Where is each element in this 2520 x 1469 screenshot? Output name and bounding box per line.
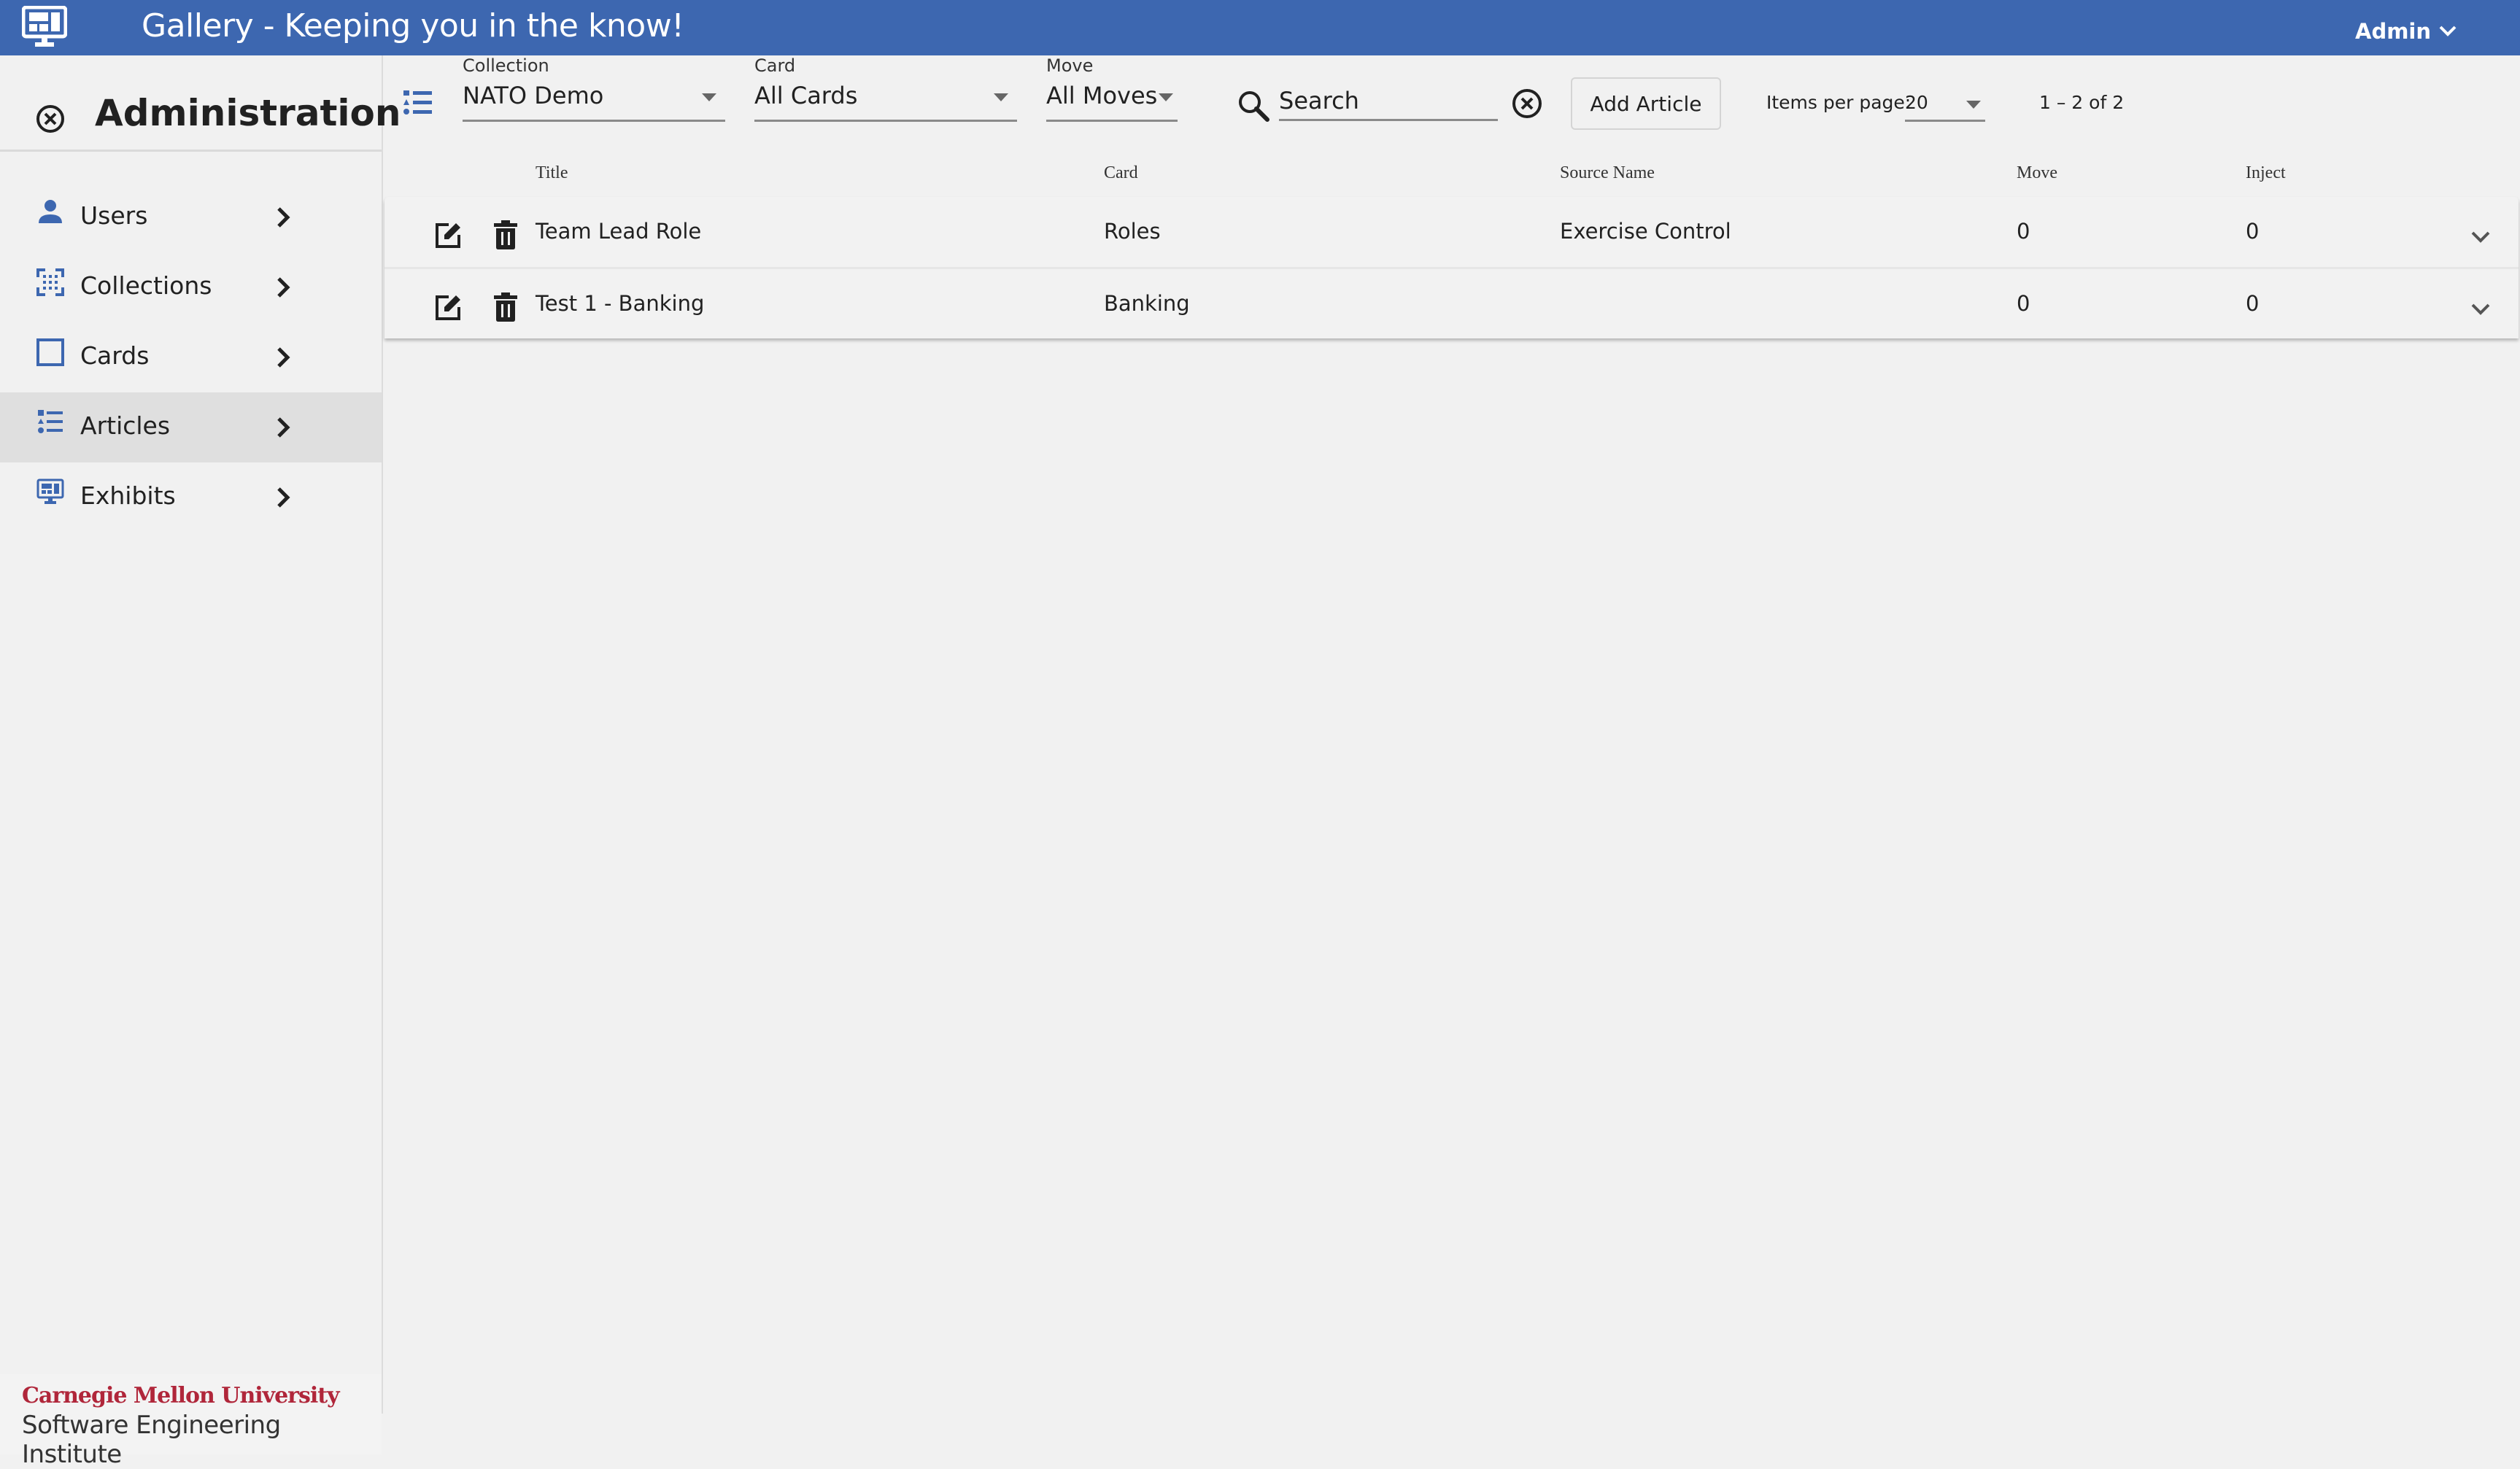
card-select-value: All Cards (754, 82, 858, 109)
edit-icon[interactable] (434, 294, 462, 322)
dropdown-arrow-icon (702, 93, 716, 101)
sidebar-item-label: Cards (80, 341, 150, 370)
user-menu-button[interactable]: Admin (2355, 19, 2457, 44)
dropdown-arrow-icon (994, 93, 1008, 101)
collection-select-label: Collection (463, 55, 549, 76)
chevron-right-icon (277, 347, 290, 368)
move-select[interactable]: Move All Moves (1046, 55, 1178, 128)
cell-title: Team Lead Role (536, 219, 702, 244)
sidebar-item-label: Collections (80, 271, 212, 300)
column-header-title[interactable]: Title (536, 163, 568, 183)
column-header-card[interactable]: Card (1104, 163, 1138, 183)
sidebar-item-label: Articles (80, 411, 171, 440)
move-select-value: All Moves (1046, 82, 1158, 109)
sidebar-item-label: Exhibits (80, 481, 176, 510)
move-select-label: Move (1046, 55, 1094, 76)
collection-select[interactable]: Collection NATO Demo (463, 55, 725, 128)
account-icon (39, 200, 62, 223)
app-title: Gallery - Keeping you in the know! (142, 7, 684, 44)
sidebar: Administration Users Collections Cards A… (0, 55, 401, 1469)
column-header-source-name[interactable]: Source Name (1560, 163, 1655, 183)
chevron-down-icon[interactable] (2470, 229, 2492, 245)
cell-inject: 0 (2246, 219, 2260, 244)
delete-icon[interactable] (494, 220, 517, 249)
articles-toolbar: Collection NATO Demo Card All Cards Move… (384, 55, 2520, 150)
monitor-dashboard-icon[interactable] (22, 6, 67, 48)
sidebar-header: Administration (0, 55, 401, 152)
sidebar-item-articles[interactable]: Articles (0, 392, 382, 462)
sidebar-item-collections[interactable]: Collections (0, 252, 382, 322)
table-header: Title Card Source Name Move Inject (384, 150, 2520, 197)
cell-title: Test 1 - Banking (536, 291, 705, 316)
cell-source-name: Exercise Control (1560, 219, 1731, 244)
edit-icon[interactable] (434, 222, 462, 249)
cell-inject: 0 (2246, 291, 2260, 316)
format-list-shapes-icon (38, 410, 63, 433)
dropdown-arrow-icon (1159, 93, 1173, 101)
search-input[interactable] (1279, 82, 1498, 121)
format-list-shapes-icon[interactable] (402, 89, 434, 118)
clear-search-icon[interactable] (1511, 88, 1543, 120)
sei-logo: Carnegie Mellon University Software Engi… (0, 1374, 382, 1469)
chevron-down-icon (2439, 26, 2457, 36)
column-header-move[interactable]: Move (2017, 163, 2057, 183)
cell-card: Banking (1104, 291, 1190, 316)
chevron-down-icon[interactable] (2470, 301, 2492, 317)
table-row[interactable]: Test 1 - Banking Banking 0 0 (384, 267, 2519, 337)
items-per-page-select[interactable]: 20 (1905, 92, 1928, 113)
add-article-button[interactable]: Add Article (1571, 77, 1721, 130)
cmu-logo-text: Carnegie Mellon University (22, 1383, 340, 1408)
sidebar-item-exhibits[interactable]: Exhibits (0, 462, 382, 532)
chevron-right-icon (277, 417, 290, 438)
items-per-page-label: Items per page: (1766, 92, 1912, 113)
collection-grid-icon (36, 268, 64, 296)
sidebar-item-users[interactable]: Users (0, 182, 382, 252)
close-circle-icon[interactable] (35, 104, 66, 134)
sidebar-item-cards[interactable]: Cards (0, 322, 382, 392)
card-select-label: Card (754, 55, 796, 76)
sei-logo-text: Software Engineering Institute (22, 1411, 281, 1469)
chevron-right-icon (277, 277, 290, 298)
chevron-right-icon (277, 207, 290, 228)
dropdown-arrow-icon[interactable] (1966, 101, 1981, 109)
square-outline-icon (36, 338, 64, 366)
cell-move: 0 (2017, 291, 2030, 316)
delete-icon[interactable] (494, 292, 517, 322)
card-select[interactable]: Card All Cards (754, 55, 1017, 128)
column-header-inject[interactable]: Inject (2246, 163, 2286, 183)
sidebar-title: Administration (95, 92, 401, 134)
chevron-right-icon (277, 487, 290, 508)
user-menu-label: Admin (2355, 19, 2432, 44)
articles-table: Team Lead Role Roles Exercise Control 0 … (384, 197, 2519, 338)
pagination-range: 1 – 2 of 2 (2039, 92, 2125, 113)
cell-move: 0 (2017, 219, 2030, 244)
collection-select-value: NATO Demo (463, 82, 604, 109)
cell-card: Roles (1104, 219, 1161, 244)
monitor-dashboard-icon (36, 478, 64, 504)
search-icon (1239, 91, 1269, 122)
top-bar: Gallery - Keeping you in the know! Admin (0, 0, 2520, 55)
table-row[interactable]: Team Lead Role Roles Exercise Control 0 … (384, 197, 2519, 267)
sidebar-item-label: Users (80, 201, 148, 230)
